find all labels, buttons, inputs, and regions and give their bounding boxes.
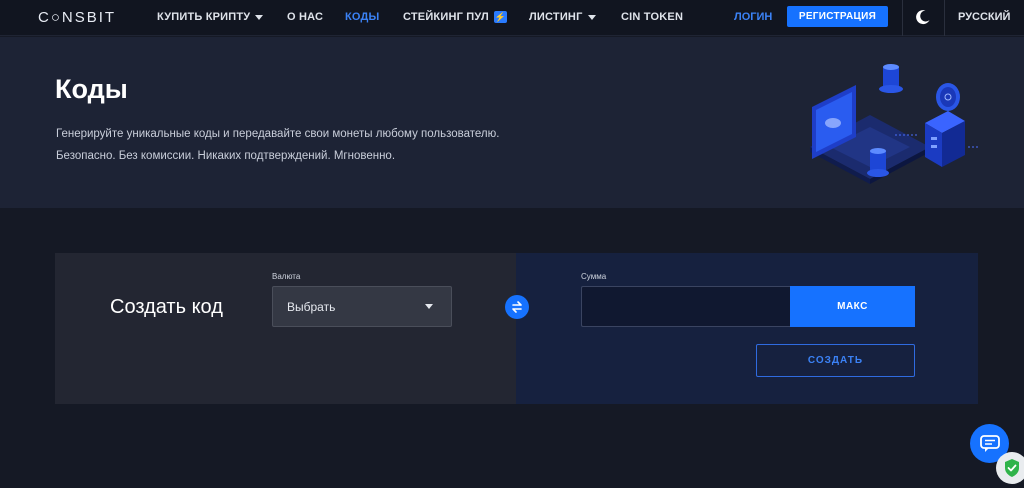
max-button[interactable]: МАКС xyxy=(790,286,915,327)
nav-item-label: О НАС xyxy=(287,11,324,23)
hero-section: Коды Генерируйте уникальные коды и перед… xyxy=(0,37,1024,208)
nav-item-staking-pool[interactable]: СТЕЙКИНГ ПУЛ ⚡ xyxy=(403,11,507,23)
logo[interactable]: C○NSBIT xyxy=(38,9,116,26)
nav-item-buy-crypto[interactable]: КУПИТЬ КРИПТУ xyxy=(157,11,264,23)
shield-check-icon xyxy=(1005,459,1019,477)
amount-label: Сумма xyxy=(581,272,607,281)
amount-input[interactable] xyxy=(581,286,790,327)
swap-icon xyxy=(512,301,522,313)
language-selector[interactable]: РУССКИЙ xyxy=(958,11,1010,23)
swap-button[interactable] xyxy=(505,295,529,319)
register-button[interactable]: РЕГИСТРАЦИЯ xyxy=(787,6,888,27)
nav-divider xyxy=(902,0,903,36)
moon-icon[interactable] xyxy=(915,9,931,25)
nav-item-label: КОДЫ xyxy=(345,11,380,23)
nav-item-label: ЛИСТИНГ xyxy=(529,11,583,23)
page-title: Коды xyxy=(55,74,128,104)
nav-item-cin-token[interactable]: CIN TOKEN xyxy=(621,11,683,23)
currency-select[interactable]: Выбрать xyxy=(272,286,452,327)
shield-badge[interactable] xyxy=(996,452,1024,484)
create-button[interactable]: СОЗДАТЬ xyxy=(756,344,915,377)
form-title: Создать код xyxy=(110,296,223,318)
currency-label: Валюта xyxy=(272,272,301,281)
nav-item-label: СТЕЙКИНГ ПУЛ xyxy=(403,11,489,23)
currency-select-value: Выбрать xyxy=(287,299,336,314)
top-navbar: C○NSBIT КУПИТЬ КРИПТУ О НАС КОДЫ СТЕЙКИН… xyxy=(0,0,1024,36)
bolt-icon: ⚡ xyxy=(493,11,507,23)
nav-item-label: CIN TOKEN xyxy=(621,11,684,23)
nav-item-listing[interactable]: ЛИСТИНГ xyxy=(529,11,596,23)
login-link[interactable]: ЛОГИН xyxy=(734,11,772,23)
hero-tagline: Безопасно. Без комиссии. Никаких подтвер… xyxy=(56,150,396,162)
nav-item-about[interactable]: О НАС xyxy=(287,11,323,23)
nav-divider xyxy=(944,0,945,36)
laptop-coins-illustration xyxy=(810,64,978,184)
chat-icon xyxy=(979,434,1000,452)
chevron-down-icon xyxy=(255,14,264,20)
chevron-down-icon xyxy=(425,304,433,309)
nav-item-codes[interactable]: КОДЫ xyxy=(345,11,380,23)
chevron-down-icon xyxy=(587,14,596,20)
nav-item-label: КУПИТЬ КРИПТУ xyxy=(157,11,251,23)
hero-description: Генерируйте уникальные коды и передавайт… xyxy=(56,128,500,140)
